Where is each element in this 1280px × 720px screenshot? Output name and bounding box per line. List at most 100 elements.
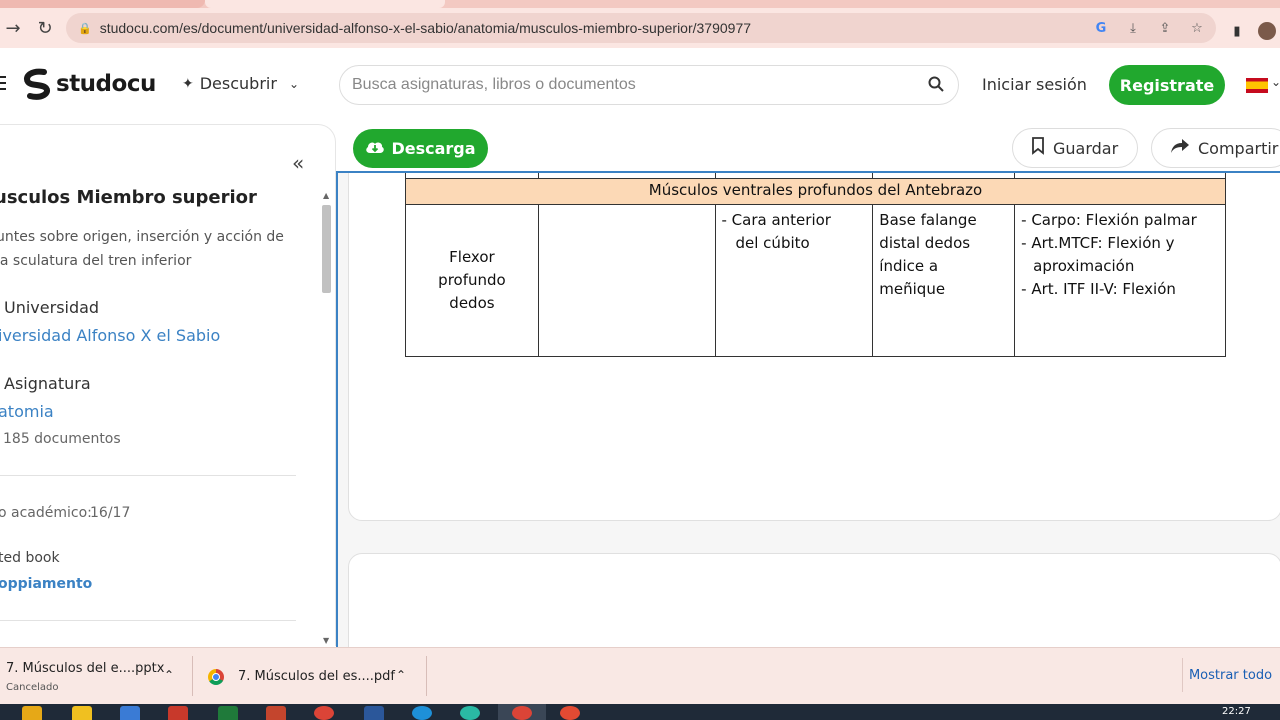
folder-icon[interactable] <box>72 706 92 720</box>
academic-year-label: o académico: <box>0 505 92 521</box>
sparkle-icon: ✦ <box>182 75 194 92</box>
app-icon[interactable] <box>460 706 480 720</box>
action-line: - Carpo: Flexión palmar <box>1021 211 1197 229</box>
save-label: Guardar <box>1053 138 1119 158</box>
download-item[interactable]: 7. Músculos del e....pptx Cancelado ⌃ <box>6 648 186 705</box>
share-button[interactable]: Compartir <box>1151 128 1280 168</box>
search-box[interactable] <box>339 65 959 105</box>
save-button[interactable]: Guardar <box>1012 128 1138 168</box>
sidebar-scrollbar[interactable]: ▲ ▼ <box>320 189 334 645</box>
insertion-line: Base falange <box>879 211 977 229</box>
address-bar[interactable]: 🔒 studocu.com/es/document/universidad-al… <box>66 13 1216 43</box>
chevron-up-icon[interactable]: ⌃ <box>396 668 406 682</box>
side-panel-icon[interactable]: ▮ <box>1228 22 1246 40</box>
login-link[interactable]: Iniciar sesión <box>982 75 1087 94</box>
lock-icon: 🔒 <box>78 21 92 35</box>
document-viewer[interactable]: Músculos ventrales profundos del Antebra… <box>336 171 1280 647</box>
discover-label: Descubrir <box>199 74 277 93</box>
chevron-down-icon: ⌄ <box>288 76 299 91</box>
menu-icon[interactable] <box>0 76 8 90</box>
download-file-name: 7. Músculos del e....pptx <box>6 660 165 676</box>
document-page <box>348 553 1280 647</box>
document-sidebar: « usculos Miembro superior untes sobre o… <box>0 124 336 646</box>
chrome-taskbar-icon[interactable] <box>314 706 334 720</box>
collapse-sidebar-icon[interactable]: « <box>292 151 304 175</box>
download-item[interactable]: 7. Músculos del es....pdf ⌃ <box>208 648 418 705</box>
app-icon[interactable] <box>168 706 188 720</box>
origin-cell: - Cara anterior del cúbito <box>714 204 874 357</box>
reload-icon[interactable]: ↻ <box>32 15 58 41</box>
insertion-line: meñique <box>879 280 946 298</box>
scroll-up-icon[interactable]: ▲ <box>323 191 329 200</box>
download-file-name: 7. Músculos del es....pdf <box>238 669 395 684</box>
subject-link[interactable]: atomia <box>0 402 54 421</box>
logo-text: studocu <box>56 71 156 97</box>
search-icon[interactable] <box>928 76 944 96</box>
browser-tab-active[interactable] <box>205 0 445 8</box>
store-icon[interactable] <box>120 706 140 720</box>
empty-cell <box>537 204 716 357</box>
subject-doc-count: 185 documentos <box>3 431 121 447</box>
university-link[interactable]: iversidad Alfonso X el Sabio <box>0 326 220 345</box>
studocu-logo-icon <box>24 68 50 100</box>
document-page: Músculos ventrales profundos del Antebra… <box>348 173 1280 521</box>
google-icon[interactable]: G <box>1092 19 1110 37</box>
origin-line: - Cara anterior <box>721 211 831 229</box>
profile-avatar[interactable] <box>1258 22 1276 40</box>
url-text: studocu.com/es/document/universidad-alfo… <box>99 20 752 36</box>
academic-year-value: 16/17 <box>90 505 131 521</box>
scrollbar-thumb[interactable] <box>322 205 331 293</box>
share-page-icon[interactable]: ⇪ <box>1156 19 1174 37</box>
download-shelf: 7. Músculos del e....pptx Cancelado ⌃ 7.… <box>0 647 1280 704</box>
download-separator <box>426 656 427 696</box>
table-cell <box>405 173 539 179</box>
excel-icon[interactable] <box>218 706 238 720</box>
insertion-cell: Base falange distal dedos índice a meñiq… <box>872 204 1016 357</box>
bookmark-star-icon[interactable]: ☆ <box>1188 19 1206 37</box>
install-icon[interactable]: ⤓ <box>1124 19 1142 37</box>
download-button[interactable]: Descarga <box>353 129 488 168</box>
document-title: usculos Miembro superior <box>0 187 257 208</box>
muscle-name-line: Flexor <box>449 248 495 266</box>
table-cell <box>1014 173 1226 179</box>
browser-tab-previous[interactable] <box>0 0 205 8</box>
register-button[interactable]: Registrate <box>1109 65 1225 105</box>
table-cell <box>537 173 716 179</box>
action-line: - Art. ITF II-V: Flexión <box>1021 280 1176 298</box>
action-line: aproximación <box>1033 257 1135 275</box>
sidebar-divider <box>0 475 296 476</box>
subject-label: Asignatura <box>4 374 91 393</box>
related-book-label: ted book <box>0 550 60 566</box>
muscle-name-line: dedos <box>449 294 495 312</box>
powerpoint-icon[interactable] <box>266 706 286 720</box>
download-separator <box>192 656 193 696</box>
spain-flag-icon[interactable] <box>1246 78 1268 93</box>
edge-icon[interactable] <box>412 706 432 720</box>
scroll-down-icon[interactable]: ▼ <box>323 636 329 645</box>
table-cell <box>714 173 874 179</box>
chrome-taskbar-icon[interactable] <box>560 706 580 720</box>
show-all-downloads-button[interactable]: Mostrar todo <box>1182 658 1278 692</box>
download-status: Cancelado <box>6 681 59 693</box>
chevron-up-icon[interactable]: ⌃ <box>164 668 174 682</box>
forward-icon[interactable]: → <box>0 15 26 41</box>
studocu-logo[interactable]: studocu <box>22 68 156 100</box>
search-input[interactable] <box>352 76 912 94</box>
chrome-taskbar-icon[interactable] <box>512 706 532 720</box>
origin-line: del cúbito <box>735 234 810 252</box>
file-explorer-icon[interactable] <box>22 706 42 720</box>
language-chevron-icon[interactable]: ⌄ <box>1271 75 1280 89</box>
section-header: Músculos ventrales profundos del Antebra… <box>405 178 1226 205</box>
bookmark-icon <box>1031 137 1045 159</box>
university-label: Universidad <box>4 298 100 317</box>
action-cell: - Carpo: Flexión palmar - Art.MTCF: Flex… <box>1014 204 1226 357</box>
tab-strip <box>0 0 1280 8</box>
taskbar-clock[interactable]: 22:27 <box>1222 706 1251 717</box>
word-icon[interactable] <box>364 706 384 720</box>
related-book-link[interactable]: oppiamento <box>0 576 92 592</box>
action-line: - Art.MTCF: Flexión y <box>1021 234 1175 252</box>
sidebar-divider <box>0 620 296 621</box>
share-icon <box>1170 138 1190 158</box>
discover-menu[interactable]: ✦ Descubrir ⌄ <box>182 74 299 93</box>
share-label: Compartir <box>1198 138 1279 158</box>
